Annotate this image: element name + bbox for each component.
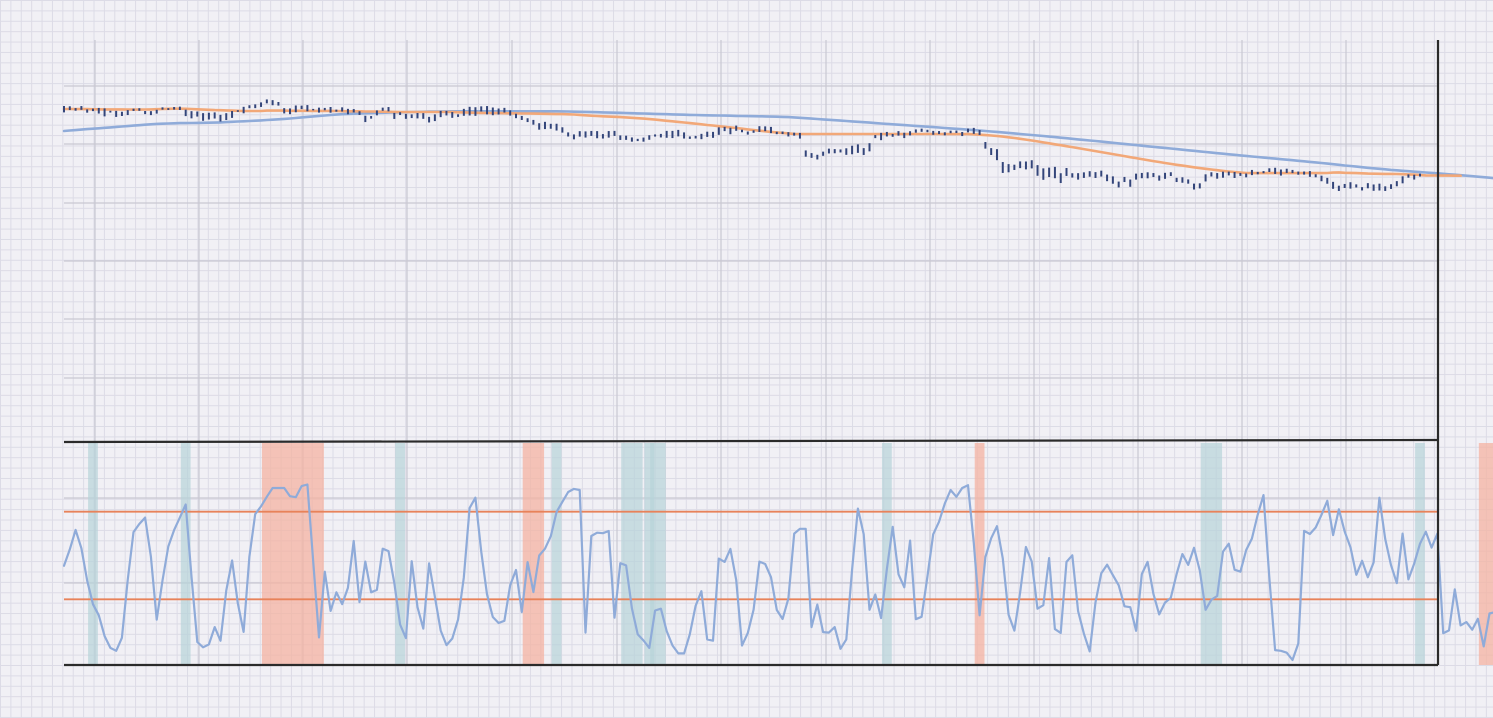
- ohlc-bars-layer: [63, 99, 1421, 191]
- panel-divider: [63, 438, 1439, 444]
- long-moving-average-line: [62, 110, 1493, 180]
- chart-area: [0, 0, 1493, 718]
- overbought-band: [974, 443, 985, 665]
- chart-svg: [62, 40, 1493, 667]
- oversold-band: [1200, 443, 1223, 665]
- oversold-band: [621, 443, 643, 665]
- oscillator-bands: [88, 443, 1493, 665]
- oversold-band: [551, 443, 562, 665]
- overbought-band: [261, 443, 324, 665]
- oversold-band: [881, 443, 892, 665]
- oversold-band: [88, 443, 98, 665]
